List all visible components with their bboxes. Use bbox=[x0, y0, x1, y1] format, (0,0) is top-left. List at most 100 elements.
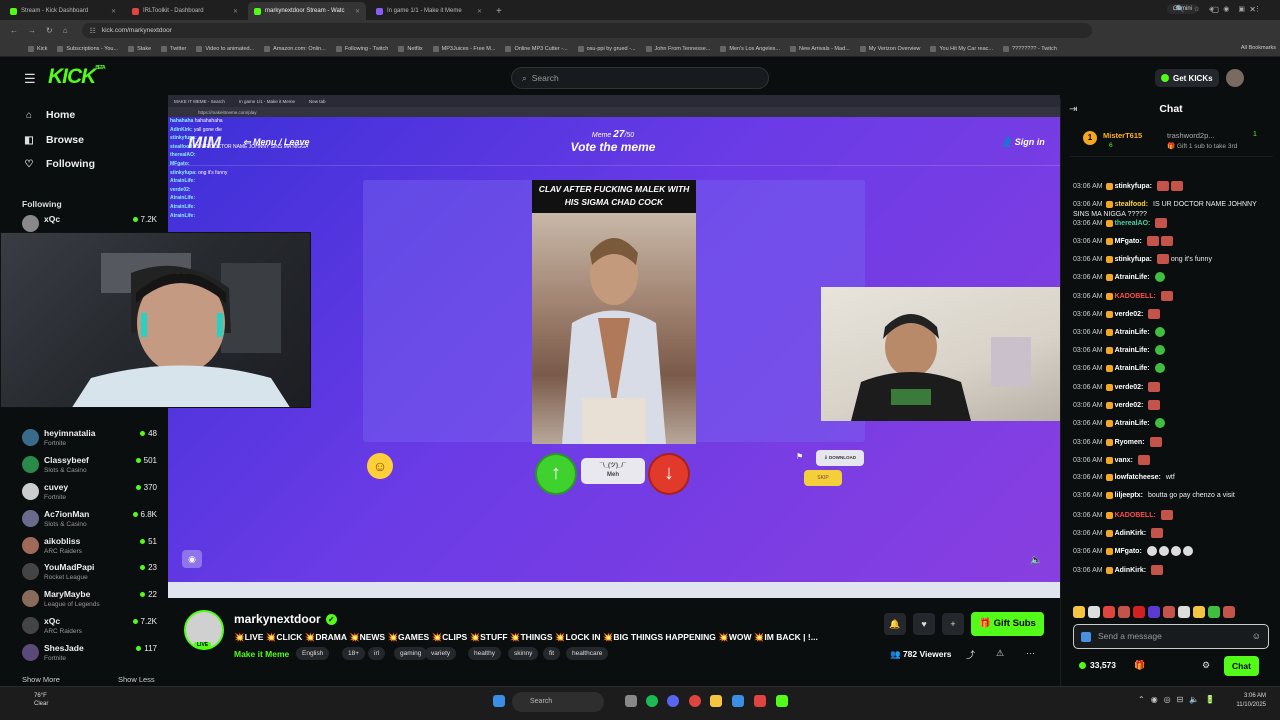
weather-widget[interactable]: 76°F Clear bbox=[34, 692, 48, 708]
stream-category[interactable]: Make it Meme bbox=[234, 649, 289, 659]
quick-emote-icon[interactable] bbox=[1163, 606, 1175, 618]
chat-username[interactable]: verde02: bbox=[1115, 402, 1144, 409]
chat-username[interactable]: KADOBELL: bbox=[1115, 512, 1156, 519]
quick-emote-icon[interactable] bbox=[1088, 606, 1100, 618]
chat-input[interactable]: Send a message ☺ bbox=[1073, 624, 1269, 649]
bookmark-item[interactable]: Netflix bbox=[398, 45, 423, 52]
kick-logo[interactable]: KICKBETA bbox=[48, 65, 106, 89]
channel-name[interactable]: markynextdoor ✓ bbox=[234, 612, 337, 626]
followed-channel[interactable]: Ac7ionMan Slots & Casino 6.8K bbox=[22, 507, 162, 531]
add-icon[interactable]: + bbox=[942, 613, 964, 635]
chat-username[interactable]: AtrainLife: bbox=[1115, 347, 1150, 354]
browser-tab[interactable]: In game 1/1 - Make it Meme ✕ bbox=[370, 2, 488, 20]
followed-channel[interactable]: heyimnatalia Fortnite 48 bbox=[22, 426, 162, 450]
report-icon[interactable]: ⚠ bbox=[996, 648, 1004, 659]
quick-emote-icon[interactable] bbox=[1073, 606, 1085, 618]
chat-username[interactable]: therealAO: bbox=[1115, 220, 1151, 227]
taskbar-search[interactable]: Search bbox=[512, 692, 604, 712]
browser-tab[interactable]: markynextdoor Stream - Watc ✕ bbox=[248, 2, 366, 20]
gift-subs-button[interactable]: 🎁 Gift Subs bbox=[971, 612, 1044, 636]
spotify-icon[interactable] bbox=[646, 695, 658, 707]
bookmark-item[interactable]: Twitter bbox=[161, 45, 186, 52]
followed-channel[interactable]: ShesJade Fortnite 117 bbox=[22, 641, 162, 665]
bookmark-item[interactable]: You Hit My Car reac... bbox=[930, 45, 993, 52]
close-tab-icon[interactable]: ✕ bbox=[111, 8, 116, 15]
chat-username[interactable]: verde02: bbox=[1115, 311, 1144, 318]
emote-picker-icon[interactable] bbox=[1081, 632, 1091, 642]
smiley-icon[interactable]: ☺ bbox=[1252, 625, 1261, 648]
quick-emote-icon[interactable] bbox=[1223, 606, 1235, 618]
back-icon[interactable]: ← bbox=[10, 26, 18, 35]
collapse-chat-icon[interactable]: ⇥ bbox=[1069, 104, 1077, 115]
quick-emote-icon[interactable] bbox=[1133, 606, 1145, 618]
stream-tag[interactable]: healthy bbox=[468, 647, 501, 660]
chat-username[interactable]: verde02: bbox=[1115, 384, 1144, 391]
nav-browse[interactable]: ◧ Browse bbox=[22, 134, 84, 146]
chat-username[interactable]: liljeeptx: bbox=[1115, 492, 1143, 499]
clock[interactable]: 3:06 AM 11/10/2025 bbox=[1236, 692, 1266, 710]
windows-start-icon[interactable] bbox=[493, 695, 505, 707]
bookmark-item[interactable]: Stake bbox=[128, 45, 151, 52]
system-tray-icons[interactable]: ⌃◉◎⊟🔈🔋 bbox=[1138, 695, 1221, 704]
bookmark-item[interactable]: Subscriptions - You... bbox=[57, 45, 118, 52]
bookmark-item[interactable]: Kick bbox=[28, 45, 47, 52]
followed-channel[interactable]: Classybeef Slots & Casino 501 bbox=[22, 453, 162, 477]
home-icon[interactable]: ⌂ bbox=[63, 26, 68, 35]
gift-icon[interactable]: 🎁 bbox=[1134, 660, 1145, 671]
bookmark-item[interactable]: MP3Juices - Free M... bbox=[432, 45, 495, 52]
emote-quickbar[interactable] bbox=[1073, 606, 1273, 620]
stream-tag[interactable]: English bbox=[296, 647, 330, 660]
close-tab-icon[interactable]: ✕ bbox=[477, 8, 482, 15]
chat-username[interactable]: MFgato: bbox=[1115, 548, 1142, 555]
chat-username[interactable]: AtrainLife: bbox=[1115, 365, 1150, 372]
file-explorer-icon[interactable] bbox=[710, 695, 722, 707]
notifications-bell-icon[interactable]: 🔔 bbox=[884, 613, 906, 635]
followed-channel[interactable]: YouMadPapi Rocket League 23 bbox=[22, 560, 162, 584]
followed-channel[interactable]: aikobliss ARC Raiders 51 bbox=[22, 534, 162, 558]
quick-emote-icon[interactable] bbox=[1193, 606, 1205, 618]
reload-icon[interactable]: ↻ bbox=[46, 26, 53, 35]
chat-username[interactable]: stinkyfupa: bbox=[1115, 183, 1152, 190]
share-icon[interactable]: ⤴ bbox=[966, 648, 975, 661]
stream-tag[interactable]: gaming bbox=[394, 647, 428, 660]
new-tab-icon[interactable]: + bbox=[496, 6, 502, 17]
bookmark-item[interactable]: New Arrivals - Mad... bbox=[789, 45, 850, 52]
bookmark-item[interactable]: Video to animated... bbox=[196, 45, 254, 52]
chrome-icon[interactable] bbox=[689, 695, 701, 707]
chat-username[interactable]: AdinKirk: bbox=[1115, 530, 1147, 537]
nav-home[interactable]: ⌂ Home bbox=[22, 109, 75, 121]
followed-channel[interactable]: xQc ARC Raiders 7.2K bbox=[22, 614, 162, 638]
get-kicks-button[interactable]: Get KICKs bbox=[1155, 69, 1219, 87]
bookmark-item[interactable]: Following - Twitch bbox=[335, 45, 388, 52]
stream-tag[interactable]: healthcare bbox=[566, 647, 609, 660]
chat-username[interactable]: stealfood: bbox=[1115, 201, 1148, 208]
quick-emote-icon[interactable] bbox=[1178, 606, 1190, 618]
chat-username[interactable]: AtrainLife: bbox=[1115, 329, 1150, 336]
leaderboard-user[interactable]: MisterT615 bbox=[1103, 131, 1142, 140]
more-options-icon[interactable]: ⋯ bbox=[1026, 648, 1035, 659]
url-field[interactable]: ☷ kick.com/markynextdoor bbox=[81, 23, 1092, 38]
menu-icon[interactable]: ☰ bbox=[24, 71, 36, 87]
followed-channel[interactable]: MaryMaybe League of Legends 22 bbox=[22, 587, 162, 611]
quick-emote-icon[interactable] bbox=[1148, 606, 1160, 618]
bookmark-item[interactable]: My Verizon Overview bbox=[859, 45, 920, 52]
quick-emote-icon[interactable] bbox=[1118, 606, 1130, 618]
site-info-icon[interactable]: ☷ bbox=[90, 27, 96, 35]
bookmark-item[interactable]: ???????? - Twitch bbox=[1002, 45, 1057, 52]
bookmark-item[interactable]: osu-ppi by grued -... bbox=[577, 45, 636, 52]
stream-tag[interactable]: irl bbox=[368, 647, 386, 660]
forward-icon[interactable]: → bbox=[28, 26, 36, 35]
quick-emote-icon[interactable] bbox=[1103, 606, 1115, 618]
show-more-link[interactable]: Show More bbox=[22, 675, 60, 684]
bookmark-item[interactable]: John From Tennesse... bbox=[645, 45, 710, 52]
chat-username[interactable]: KADOBELL: bbox=[1115, 293, 1156, 300]
task-view-icon[interactable] bbox=[625, 695, 637, 707]
bookmark-item[interactable]: Online MP3 Cutter -... bbox=[505, 45, 568, 52]
chat-username[interactable]: AtrainLife: bbox=[1115, 274, 1150, 281]
browser-tab[interactable]: Stream - Kick Dashboard ✕ bbox=[4, 2, 122, 20]
browser-tab[interactable]: IRLToolkit - Dashboard ✕ bbox=[126, 2, 244, 20]
volume-icon[interactable]: 🔈 bbox=[1030, 555, 1042, 566]
kicks-balance[interactable]: 33,573 bbox=[1079, 660, 1116, 670]
leaderboard-user-2[interactable]: trashword2p... bbox=[1167, 131, 1215, 140]
gift-sub-prompt[interactable]: 🎁 Gift 1 sub to take 3rd bbox=[1167, 142, 1237, 150]
